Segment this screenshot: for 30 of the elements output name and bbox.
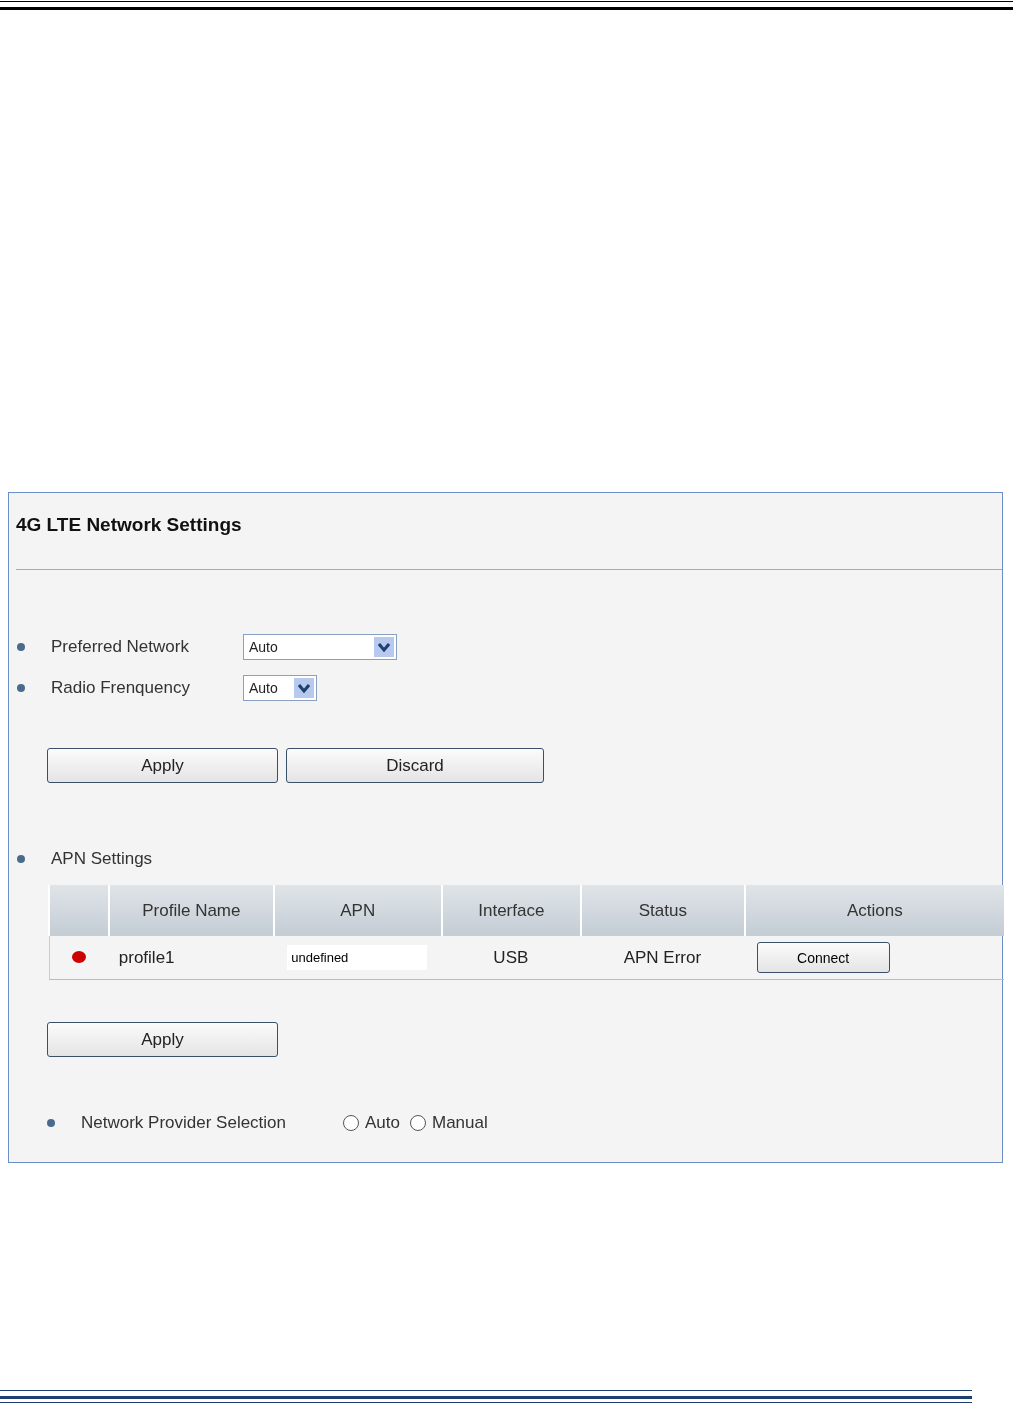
connect-button[interactable]: Connect [756,942,890,973]
bullet-icon [17,855,25,863]
column-header: Interface [441,885,582,936]
setting-label: Preferred Network [51,637,190,657]
column-header: APN [273,885,442,936]
column-header: Actions [744,885,1004,936]
setting-label: Network Provider Selection [81,1113,288,1133]
dropdown[interactable]: Auto [243,634,397,660]
bullet-icon [17,684,25,692]
section-label: APN Settings [51,849,154,869]
column-header: Status [581,885,745,936]
radio-option[interactable]: Auto [343,1113,400,1133]
chevron-down-icon [378,642,390,652]
discard-button[interactable]: Discard [286,748,544,783]
dropdown[interactable]: Auto [243,675,317,701]
table-cell: USB [441,936,582,980]
bullet-icon [47,1119,55,1127]
radio-button[interactable] [343,1115,359,1131]
radio-button[interactable] [410,1115,426,1131]
chevron-down-icon [298,683,310,693]
column-header: Profile Name [108,885,274,936]
apply-button[interactable]: Apply [47,1022,278,1057]
table-cell: APN Error [581,936,745,980]
setting-label: Radio Frenquency [51,678,191,698]
bullet-icon [17,643,25,651]
apn-input-field[interactable]: undefined [287,945,428,970]
apply-button[interactable]: Apply [47,748,278,783]
table-cell: profile1 [108,936,274,980]
panel-title: 4G LTE Network Settings [16,514,243,536]
radio-option[interactable]: Manual [410,1113,488,1133]
